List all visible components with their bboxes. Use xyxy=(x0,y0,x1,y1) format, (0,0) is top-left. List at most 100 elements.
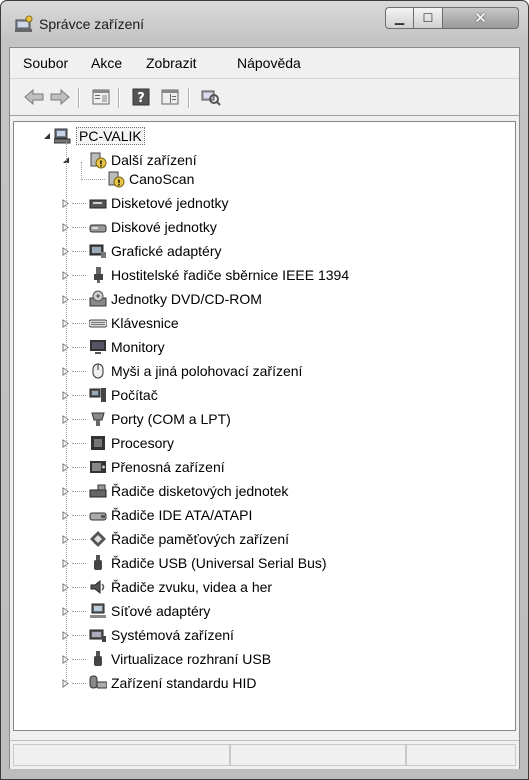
tree-connector xyxy=(72,539,86,540)
category-label: Řadiče IDE ATA/ATAPI xyxy=(111,507,253,523)
tree-category[interactable]: Řadiče disketových jednotek xyxy=(89,481,288,501)
menu-soubor[interactable]: Soubor xyxy=(23,55,68,71)
category-label: Přenosná zařízení xyxy=(111,459,225,475)
toolbar-separator xyxy=(78,88,80,108)
minimize-icon: ▁ xyxy=(394,11,405,25)
network-adapter-icon xyxy=(90,603,106,618)
menu-zobrazit[interactable]: Zobrazit xyxy=(146,55,197,71)
tree-category[interactable]: Diskové jednotky xyxy=(89,217,217,237)
tree-connector xyxy=(72,203,86,204)
title-bar[interactable]: Správce zařízení ▁ ☐ ✕ xyxy=(1,1,528,47)
status-cell xyxy=(230,744,406,766)
tree-category[interactable]: Jednotky DVD/CD-ROM xyxy=(89,289,262,309)
properties-button[interactable] xyxy=(91,88,111,106)
tree-connector xyxy=(72,347,86,348)
device-tree[interactable]: PC-VALIK ! Další zařízení ! CanoScan Dis… xyxy=(13,121,516,731)
collapse-toggle[interactable] xyxy=(42,131,52,141)
tree-category[interactable]: Grafické adaptéry xyxy=(89,241,222,261)
ide-controller-icon xyxy=(89,512,107,521)
back-button[interactable] xyxy=(24,88,44,106)
tree-connector xyxy=(72,419,86,420)
tree-category[interactable]: Disketové jednotky xyxy=(89,193,229,213)
tree-category[interactable]: Přenosná zařízení xyxy=(89,457,225,477)
tree-category[interactable]: Síťové adaptéry xyxy=(89,601,210,621)
system-device-icon xyxy=(89,629,106,642)
forward-button[interactable] xyxy=(50,88,70,106)
help-icon: ? xyxy=(132,88,150,106)
keyboard-icon xyxy=(89,319,107,328)
usb-controller-icon xyxy=(94,555,102,570)
toolbar-separator xyxy=(188,88,190,108)
tree-category[interactable]: Řadiče zvuku, videa a her xyxy=(89,577,272,597)
device-manager-app-icon xyxy=(15,15,33,32)
tree-category[interactable]: Hostitelské řadiče sběrnice IEEE 1394 xyxy=(89,265,349,285)
tree-device-canoscan[interactable]: ! CanoScan xyxy=(107,169,194,189)
computer-icon xyxy=(54,128,71,144)
show-hide-tree-icon xyxy=(161,89,179,105)
category-label: Grafické adaptéry xyxy=(111,243,222,259)
scan-hardware-icon xyxy=(201,90,221,106)
tree-category[interactable]: Procesory xyxy=(89,433,174,453)
category-label: Systémová zařízení xyxy=(111,627,234,643)
floppy-drive-icon xyxy=(89,199,107,209)
back-arrow-icon xyxy=(24,89,44,105)
tree-connector xyxy=(72,563,86,564)
show-hide-tree-button[interactable] xyxy=(160,88,180,106)
unknown-device-icon: ! xyxy=(108,171,125,188)
device-manager-window: Správce zařízení ▁ ☐ ✕ Soubor Akce Zobra… xyxy=(0,0,529,780)
storage-controller-icon xyxy=(90,531,106,547)
tree-category[interactable]: Řadiče paměťových zařízení xyxy=(89,529,289,549)
root-label: PC-VALIK xyxy=(76,127,145,145)
tree-category[interactable]: Zařízení standardu HID xyxy=(89,673,257,693)
close-icon: ✕ xyxy=(474,9,487,27)
monitor-icon xyxy=(90,340,106,354)
menu-bar: Soubor Akce Zobrazit Nápověda xyxy=(10,48,519,79)
tree-connector xyxy=(72,515,86,516)
tree-category[interactable]: Virtualizace rozhraní USB xyxy=(89,649,271,669)
maximize-button[interactable]: ☐ xyxy=(414,7,443,29)
category-label: Řadiče paměťových zařízení xyxy=(111,531,290,547)
tree-category[interactable]: Myši a jiná polohovací zařízení xyxy=(89,361,302,381)
status-cell xyxy=(13,744,230,766)
tree-connector xyxy=(81,162,82,178)
tree-category[interactable]: Monitory xyxy=(89,337,165,357)
expanded-triangle-icon xyxy=(44,133,50,139)
port-icon xyxy=(91,412,105,426)
category-label: Řadiče disketových jednotek xyxy=(111,483,289,499)
tree-connector xyxy=(72,371,86,372)
tree-connector xyxy=(72,323,86,324)
tree-category[interactable]: Počítač xyxy=(89,385,158,405)
menu-napoveda[interactable]: Nápověda xyxy=(237,55,301,71)
client-area: Soubor Akce Zobrazit Nápověda ? PC-VALIK… xyxy=(9,47,520,769)
category-label: Myši a jiná polohovací zařízení xyxy=(111,363,303,379)
category-label: Klávesnice xyxy=(111,315,179,331)
tree-category[interactable]: Řadiče USB (Universal Serial Bus) xyxy=(89,553,327,573)
category-label: Hostitelské řadiče sběrnice IEEE 1394 xyxy=(111,267,350,283)
tree-root[interactable]: PC-VALIK xyxy=(54,126,145,146)
scan-hardware-button[interactable] xyxy=(201,88,221,106)
forward-arrow-icon xyxy=(50,89,70,105)
menu-akce[interactable]: Akce xyxy=(91,55,122,71)
display-adapter-icon xyxy=(89,244,106,258)
status-cell xyxy=(406,744,516,766)
tree-category-other[interactable]: ! Další zařízení xyxy=(89,150,197,170)
minimize-button[interactable]: ▁ xyxy=(385,7,414,29)
svg-text:!: ! xyxy=(99,160,103,169)
tree-category[interactable]: Klávesnice xyxy=(89,313,179,333)
tree-category[interactable]: Řadiče IDE ATA/ATAPI xyxy=(89,505,252,525)
help-button[interactable]: ? xyxy=(131,88,151,106)
category-label: Procesory xyxy=(111,435,175,451)
tree-connector xyxy=(72,275,86,276)
device-label: CanoScan xyxy=(129,171,195,187)
tree-connector xyxy=(72,395,86,396)
close-button[interactable]: ✕ xyxy=(443,7,519,29)
tree-connector xyxy=(72,443,86,444)
hid-icon xyxy=(89,675,107,689)
properties-icon xyxy=(92,89,110,105)
tree-category[interactable]: Systémová zařízení xyxy=(89,625,234,645)
maximize-icon: ☐ xyxy=(422,11,434,25)
unknown-device-icon: ! xyxy=(90,152,107,169)
toolbar-separator xyxy=(118,88,120,108)
computer-icon xyxy=(89,388,106,402)
tree-category[interactable]: Porty (COM a LPT) xyxy=(89,409,231,429)
